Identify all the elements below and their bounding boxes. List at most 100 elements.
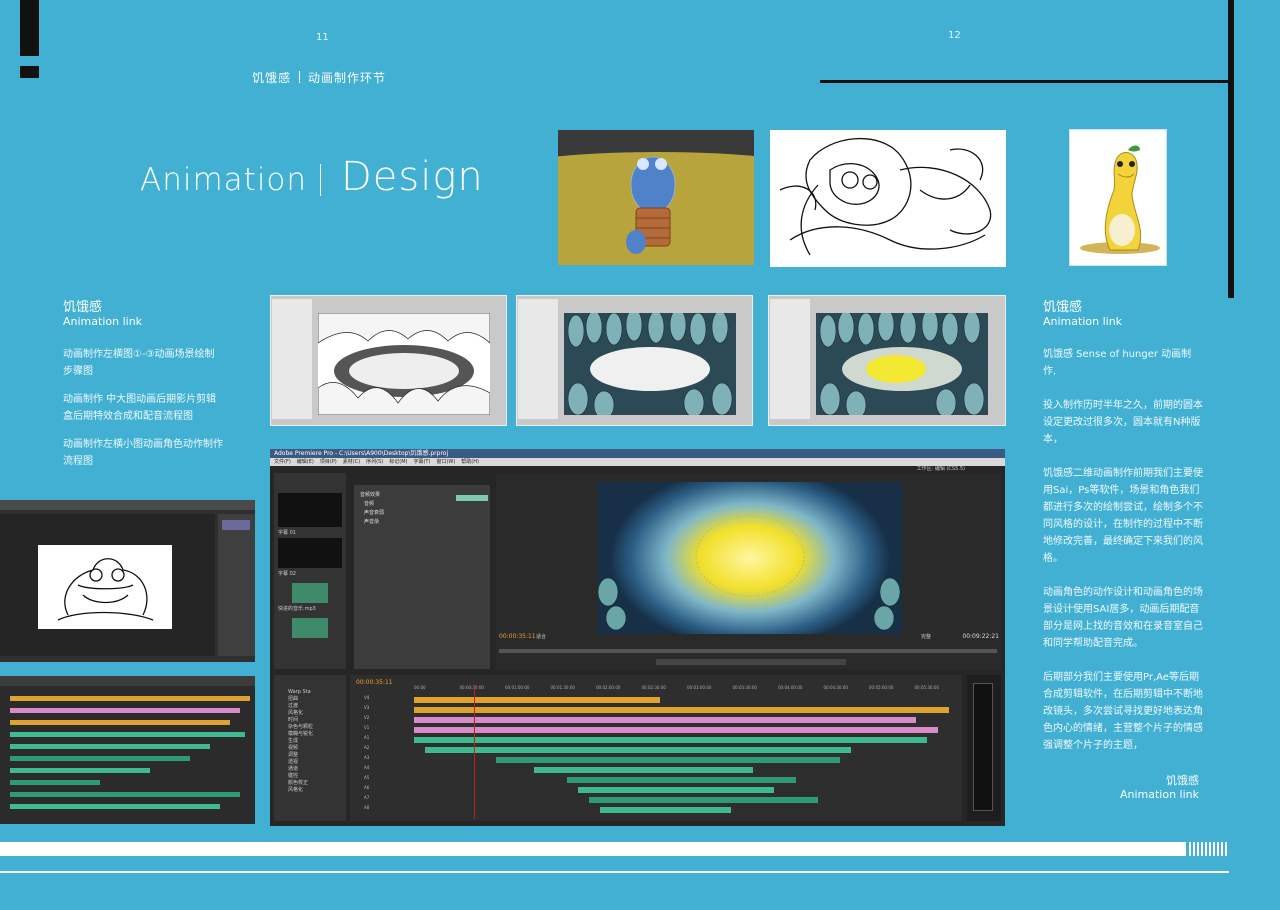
- track-label[interactable]: A8: [364, 805, 384, 815]
- effects-tree-item-6[interactable]: 杂色与颗粒: [288, 724, 346, 731]
- menu-title[interactable]: 字幕(T): [413, 458, 430, 466]
- left-panel-subtitle: Animation link: [63, 315, 143, 328]
- timeline-clip[interactable]: [534, 767, 753, 773]
- track-label[interactable]: V4: [364, 695, 384, 705]
- track-label[interactable]: A2: [364, 745, 384, 755]
- premiere-title-bar: Adobe Premiere Pro - C:\Users\A900\Deskt…: [270, 449, 1005, 458]
- right-paragraph-2: 投入制作历时半年之久，前期的圆本设定更改过很多次，圆本就有N种版本，: [1043, 400, 1203, 445]
- effects-tree-item-9[interactable]: 视频: [288, 745, 346, 752]
- effects-tree-item-8[interactable]: 生成: [288, 738, 346, 745]
- effects-tree-item-4[interactable]: 风格化: [288, 710, 346, 717]
- timeline-timecode: 00:00:35:11: [356, 679, 393, 686]
- track-label[interactable]: A5: [364, 775, 384, 785]
- effects-tree-item-2[interactable]: 扭曲: [288, 696, 346, 703]
- right-vertical-rule: [1228, 0, 1234, 298]
- effects-tree-item-5[interactable]: 时间: [288, 717, 346, 724]
- timeline-clip[interactable]: [495, 757, 840, 763]
- effects-tree-item-12[interactable]: 通道: [288, 766, 346, 773]
- program-timecode-current: 00:00:35:11: [499, 633, 536, 640]
- workspace-selector[interactable]: 工作区: 编辑 (CS5.5): [917, 465, 965, 472]
- timeline-panel: 00:00:35:11 00:00 00:00:30:00 00:01:00:00 0…: [350, 675, 962, 821]
- track-label[interactable]: A4: [364, 765, 384, 775]
- menu-help[interactable]: 帮助(H): [461, 458, 479, 466]
- track-label[interactable]: A7: [364, 795, 384, 805]
- workspace-label: 工作区:: [916, 466, 934, 472]
- timeline-clip[interactable]: [414, 727, 939, 733]
- ruler-tick-label: 00:00: [414, 685, 426, 690]
- track-label[interactable]: V2: [364, 715, 384, 725]
- workspace-value: 编辑 (CS5.5): [934, 466, 965, 472]
- image-sketch-lineart: [770, 130, 1006, 267]
- effects-tree-item-11[interactable]: 透视: [288, 759, 346, 766]
- track-label[interactable]: A3: [364, 755, 384, 765]
- effects-tree-item-14[interactable]: 颜色校正: [288, 780, 346, 787]
- section-title-divider: [299, 71, 301, 83]
- hero-word-animation: Animation: [140, 162, 308, 198]
- right-footer-subtitle: Animation link: [1119, 788, 1199, 801]
- effects-tree-item-7[interactable]: 模糊与锐化: [288, 731, 346, 738]
- menu-clip[interactable]: 素材(C): [343, 458, 360, 466]
- effect-fade-out[interactable]: 声音衰弱: [364, 509, 480, 516]
- project-panel: 字幕 01 字幕 02 快进的音乐.mp3: [274, 473, 346, 669]
- corner-bar-mark: [20, 0, 39, 56]
- left-panel-title: 饥饿感: [63, 300, 103, 315]
- image-scene-step-1: [270, 295, 507, 426]
- menu-project[interactable]: 项目(P): [320, 458, 337, 466]
- left-paragraph-3: 动画制作左横小图动画角色动作制作流程图: [63, 439, 223, 467]
- effects-tree-item-13[interactable]: 键控: [288, 773, 346, 780]
- image-scene-step-2: [516, 295, 753, 426]
- audio-meters: [967, 675, 1001, 821]
- menu-sequence[interactable]: 序列(S): [366, 458, 383, 466]
- effects-tree-item-1[interactable]: Warp Sta: [288, 689, 346, 696]
- hero-word-design: Design: [341, 154, 484, 200]
- section-title: 饥饿感 动画制作环节: [252, 69, 386, 86]
- bottom-white-stripe: [0, 842, 1186, 856]
- right-paragraph-4: 动画角色的动作设计和动画角色的场景设计使用SAI居多，动画后期配音部分是网上找的…: [1043, 587, 1203, 649]
- ruler-tick-label: 00:05:30:00: [914, 685, 939, 690]
- left-text-panel: 饥饿感 Animation link 动画制作左横图①-③动画场景绘制步骤图 动…: [63, 296, 223, 470]
- menu-marker[interactable]: 标记(M): [389, 458, 407, 466]
- right-footer: 饥饿感 Animation link: [1043, 772, 1199, 801]
- program-monitor: 00:00:35:11 适合 完整 00:09:22:21: [496, 473, 1001, 669]
- menu-file[interactable]: 文件(F): [274, 458, 291, 466]
- premiere-menubar: 文件(F) 编辑(E) 项目(P) 素材(C) 序列(S) 标记(M) 字幕(T…: [270, 458, 1005, 466]
- effects-tree-item-10[interactable]: 调整: [288, 752, 346, 759]
- resolution-dropdown[interactable]: 完整: [921, 633, 931, 640]
- image-yellow-character: [1069, 129, 1167, 266]
- ruler-tick-label: 00:03:00:00: [687, 685, 712, 690]
- program-scrub-bar[interactable]: [499, 649, 997, 653]
- effect-fade[interactable]: 声音渐: [364, 518, 480, 525]
- timeline-clip[interactable]: [414, 707, 950, 713]
- track-label[interactable]: A1: [364, 735, 384, 745]
- right-panel-subtitle: Animation link: [1043, 315, 1123, 328]
- timeline-clip[interactable]: [599, 807, 731, 813]
- right-paragraph-5: 后期部分我们主要使用Pr,Ae等后期合成剪辑软件，在后期剪辑中不断地改镜头，多次…: [1043, 672, 1203, 751]
- effects-tree-item-15[interactable]: 风格化: [288, 787, 346, 794]
- track-label[interactable]: V1: [364, 725, 384, 735]
- ruler-tick-label: 00:02:30:00: [641, 685, 666, 690]
- menu-edit[interactable]: 编辑(E): [297, 458, 314, 466]
- timeline-clip[interactable]: [414, 737, 928, 743]
- timeline-clip[interactable]: [414, 717, 917, 723]
- timeline-clip[interactable]: [566, 777, 797, 783]
- image-scene-step-3: [768, 295, 1006, 426]
- menu-window[interactable]: 窗口(W): [436, 458, 455, 466]
- fit-dropdown[interactable]: 适合: [536, 633, 546, 640]
- playback-controls[interactable]: [656, 659, 846, 665]
- effect-audio[interactable]: 音频: [364, 500, 480, 507]
- timeline-clip[interactable]: [424, 747, 851, 753]
- hero-divider: [320, 164, 321, 196]
- right-text-panel: 饥饿感 Animation link 饥饿感 Sense of hunger 动…: [1043, 296, 1203, 754]
- right-paragraph-1: 饥饿感 Sense of hunger 动画制作,: [1043, 349, 1192, 377]
- playhead[interactable]: [474, 685, 475, 819]
- effects-tree-item-3[interactable]: 过渡: [288, 703, 346, 710]
- timeline-clip[interactable]: [588, 797, 819, 803]
- project-item-3[interactable]: 快进的音乐.mp3: [278, 605, 342, 612]
- timeline-clip[interactable]: [577, 787, 775, 793]
- track-label[interactable]: V3: [364, 705, 384, 715]
- project-item-2[interactable]: 字幕 02: [278, 570, 342, 577]
- timeline-clip[interactable]: [414, 697, 660, 703]
- project-item-1[interactable]: 字幕 01: [278, 529, 342, 536]
- track-label[interactable]: A6: [364, 785, 384, 795]
- timeline-ruler[interactable]: 00:00 00:00:30:00 00:01:00:00 00:01:30:00 00…: [414, 685, 960, 693]
